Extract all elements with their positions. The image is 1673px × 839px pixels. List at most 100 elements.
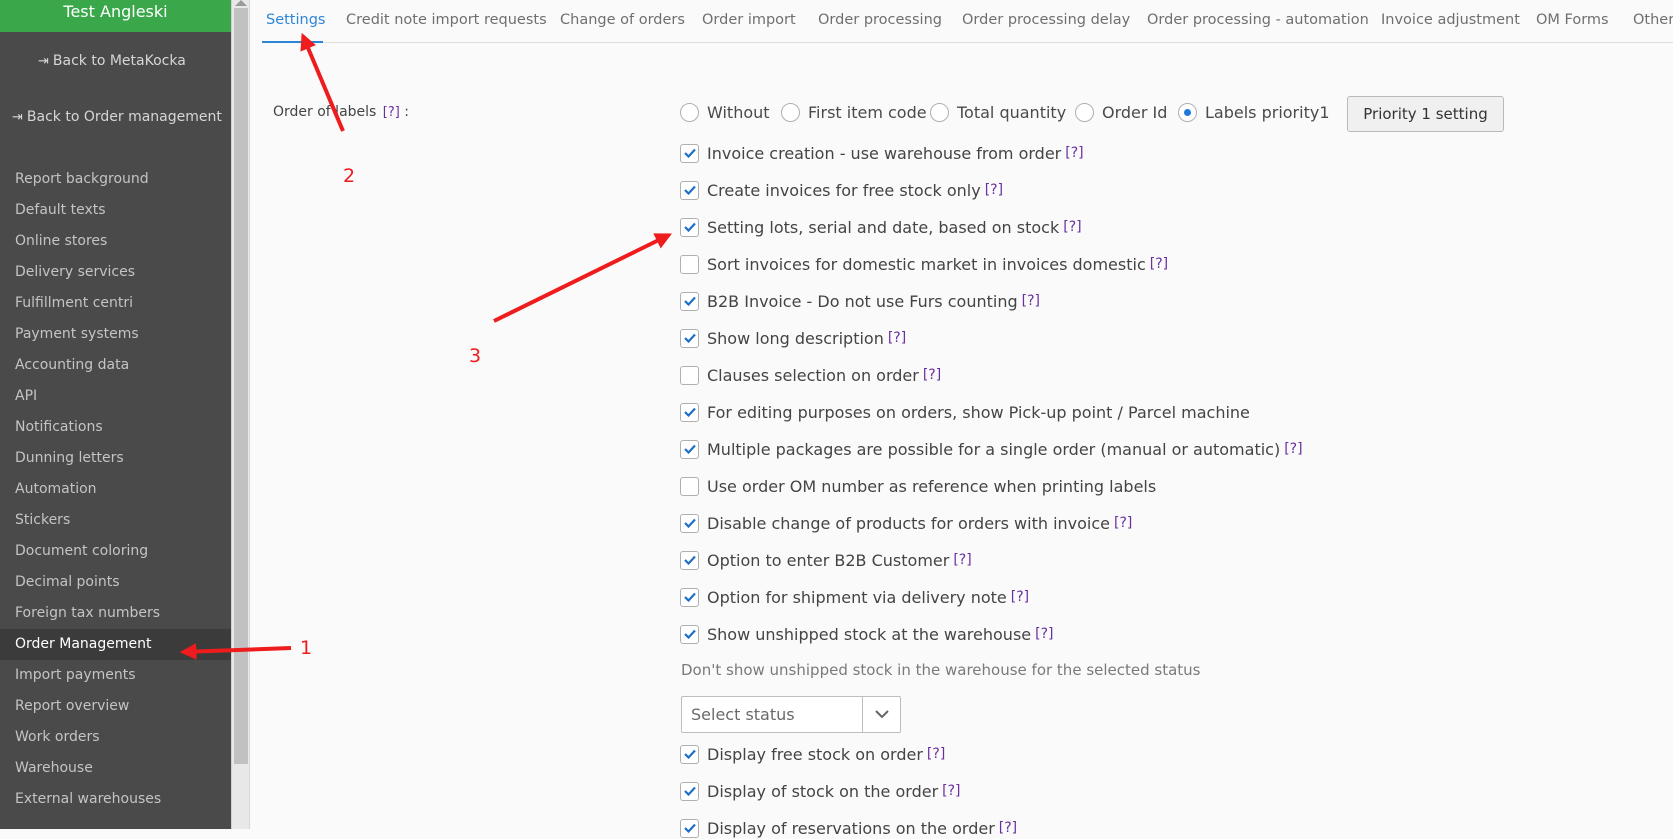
sidebar-item-warehouse[interactable]: Warehouse [0,753,231,784]
radio-button[interactable] [781,103,800,122]
help-link[interactable]: [?] [1114,515,1132,531]
help-link[interactable]: [?] [999,820,1017,836]
checkmark-icon [683,185,696,195]
sidebar-item-document-coloring[interactable]: Document coloring [0,536,231,567]
setting-label: Create invoices for free stock only [707,180,981,200]
sidebar-item-external-warehouses[interactable]: External warehouses [0,784,231,815]
sidebar-item-import-payments[interactable]: Import payments [0,660,231,691]
setting-checkbox[interactable] [680,328,699,348]
checkmark-icon [683,592,696,602]
help-link[interactable]: [?] [923,367,941,383]
sidebar-item-fulfillment-centri[interactable]: Fulfillment centri [0,288,231,319]
setting-show-long-description: Show long description [?] [680,327,906,349]
setting-label: Use order OM number as reference when pr… [707,476,1157,496]
tab-other[interactable]: Other [1633,12,1673,28]
sidebar-item-foreign-tax-numbers[interactable]: Foreign tax numbers [0,598,231,629]
scroll-thumb[interactable] [234,8,248,764]
sidebar-scrollbar[interactable] [231,0,250,829]
setting-checkbox[interactable] [680,513,699,533]
help-link[interactable]: [?] [927,746,945,762]
sidebar-item-decimal-points[interactable]: Decimal points [0,567,231,598]
radio-button[interactable] [680,103,699,122]
select-status-dropdown[interactable]: Select status [681,696,901,733]
tab-settings[interactable]: Settings [266,12,325,28]
setting-checkbox[interactable] [680,439,699,459]
sidebar-item-stickers[interactable]: Stickers [0,505,231,536]
setting-checkbox[interactable] [680,402,699,422]
setting-label: For editing purposes on orders, show Pic… [707,402,1250,422]
radio-option-total-quantity[interactable]: Total quantity [930,103,1066,122]
tab-order-processing-delay[interactable]: Order processing delay [962,12,1130,28]
setting-checkbox[interactable] [680,217,699,237]
sidebar-item-report-background[interactable]: Report background [0,164,231,195]
radio-option-without[interactable]: Without [680,103,770,122]
setting-checkbox[interactable] [680,143,699,163]
help-link[interactable]: [?] [1063,219,1081,235]
setting-checkbox[interactable] [680,587,699,607]
radio-button[interactable] [1075,103,1094,122]
tab-order-import[interactable]: Order import [702,12,796,28]
chevron-down-icon[interactable] [862,697,900,732]
sidebar-item-order-management[interactable]: Order Management [0,629,231,660]
radio-label: Order Id [1102,103,1168,122]
tab-change-of-orders[interactable]: Change of orders [560,12,685,28]
tab-order-processing-automation[interactable]: Order processing - automation [1147,12,1369,28]
setting-checkbox[interactable] [680,180,699,200]
radio-button[interactable] [930,103,949,122]
checkmark-icon [683,222,696,232]
radio-option-labels-priority1[interactable]: Labels priority1 [1178,103,1330,122]
sidebar-item-dunning-letters[interactable]: Dunning letters [0,443,231,474]
setting-label: Show unshipped stock at the warehouse [707,624,1032,644]
sidebar-item-automation[interactable]: Automation [0,474,231,505]
help-link[interactable]: [?] [1022,293,1040,309]
order-of-labels-help-link[interactable]: [?] [383,105,400,120]
setting-label: Invoice creation - use warehouse from or… [707,143,1062,163]
sidebar-item-api[interactable]: API [0,381,231,412]
tab-invoice-adjustment[interactable]: Invoice adjustment [1381,12,1520,28]
annotation-label-2: 2 [343,165,356,187]
help-link[interactable]: [?] [1035,626,1053,642]
help-link[interactable]: [?] [1011,589,1029,605]
setting-checkbox[interactable] [680,818,699,838]
sidebar-item-online-stores[interactable]: Online stores [0,226,231,257]
sidebar-item-delivery-services[interactable]: Delivery services [0,257,231,288]
help-link[interactable]: [?] [1150,256,1168,272]
setting-checkbox[interactable] [680,624,699,644]
checkmark-icon [683,407,696,417]
setting-create-invoices-for-free-stock-only: Create invoices for free stock only [?] [680,179,1003,201]
tab-credit-note-import-requests[interactable]: Credit note import requests [346,12,547,28]
active-tab-underline [262,41,323,43]
sidebar-item-notifications[interactable]: Notifications [0,412,231,443]
setting-checkbox[interactable] [680,254,699,274]
setting-checkbox[interactable] [680,550,699,570]
sidebar-item-work-orders[interactable]: Work orders [0,722,231,753]
radio-button[interactable] [1178,103,1197,122]
checkmark-icon [683,749,696,759]
tab-order-processing[interactable]: Order processing [818,12,942,28]
help-link[interactable]: [?] [1284,441,1302,457]
back-to-metakocka-link[interactable]: ⇥ Back to MetaKocka [38,53,186,69]
tab-om-forms[interactable]: OM Forms [1536,12,1609,28]
priority-1-setting-button[interactable]: Priority 1 setting [1347,96,1504,132]
radio-option-order-id[interactable]: Order Id [1075,103,1167,122]
setting-checkbox[interactable] [680,781,699,801]
radio-option-first-item-code[interactable]: First item code [781,103,927,122]
setting-display-free-stock-on-order: Display free stock on order [?] [680,743,945,765]
setting-checkbox[interactable] [680,365,699,385]
help-link[interactable]: [?] [985,182,1003,198]
sidebar-item-accounting-data[interactable]: Accounting data [0,350,231,381]
back-to-order-management-link[interactable]: ⇥ Back to Order management [12,109,222,125]
setting-display-of-stock-on-the-order: Display of stock on the order [?] [680,780,961,802]
scroll-up-arrow-icon[interactable] [235,0,247,6]
logout-icon: ⇥ [12,110,23,125]
setting-checkbox[interactable] [680,291,699,311]
sidebar-item-report-overview[interactable]: Report overview [0,691,231,722]
help-link[interactable]: [?] [888,330,906,346]
sidebar-item-default-texts[interactable]: Default texts [0,195,231,226]
help-link[interactable]: [?] [953,552,971,568]
setting-checkbox[interactable] [680,744,699,764]
help-link[interactable]: [?] [1065,145,1083,161]
setting-checkbox[interactable] [680,476,699,496]
help-link[interactable]: [?] [942,783,960,799]
sidebar-item-payment-systems[interactable]: Payment systems [0,319,231,350]
